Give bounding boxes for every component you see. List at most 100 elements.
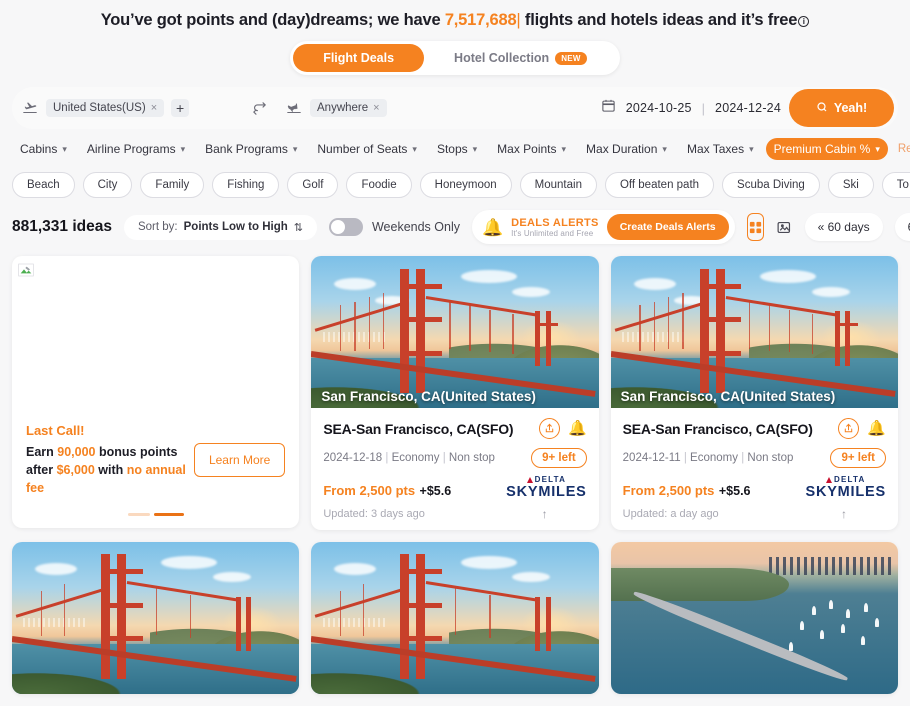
theme-pill-beach[interactable]: Beach xyxy=(12,172,75,199)
deal-cabin: Economy xyxy=(690,452,738,465)
broken-image-icon xyxy=(18,262,34,278)
promo-line2hl2: no xyxy=(126,463,143,478)
deal-price: From 2,500 pts +$5.6 xyxy=(623,482,806,500)
swap-icon[interactable] xyxy=(242,100,276,117)
origin-chip-label: United States(US) xyxy=(53,102,146,115)
deal-card[interactable] xyxy=(12,541,300,694)
filter-max-points-label: Max Points xyxy=(497,142,557,157)
theme-pill-fishing[interactable]: Fishing xyxy=(212,172,280,199)
departure-plane-icon xyxy=(22,100,38,116)
theme-pill-city[interactable]: City xyxy=(82,172,133,199)
filter-number-of-seats[interactable]: Number of Seats ▾ xyxy=(309,138,425,160)
bell-icon[interactable]: 🔔 xyxy=(568,421,587,436)
destination-photo[interactable]: San Francisco, CA(United States) xyxy=(610,256,898,409)
deal-points: From 2,500 pts xyxy=(323,482,416,498)
weekends-only-label: Weekends Only xyxy=(371,220,460,235)
date-range-field[interactable]: 2024-10-25 | 2024-12-24 xyxy=(601,98,789,118)
carousel-dot-1[interactable] xyxy=(127,513,150,517)
filter-premium-cabin-pct[interactable]: Premium Cabin % ▾ xyxy=(765,138,888,161)
theme-pill-honeymoon[interactable]: Honeymoon xyxy=(419,172,512,199)
bell-icon: 🔔 xyxy=(481,217,504,237)
grid-view-icon[interactable] xyxy=(746,213,764,242)
meta-sep-1: | xyxy=(385,452,389,465)
share-icon[interactable] xyxy=(838,418,860,440)
theme-pill-mountain[interactable]: Mountain xyxy=(519,172,597,199)
deal-taxes: +$5.6 xyxy=(419,483,452,498)
promo-carousel-dots xyxy=(12,497,299,528)
create-deals-alerts-button[interactable]: Create Deals Alerts xyxy=(606,214,729,241)
weekends-only-toggle[interactable] xyxy=(328,218,363,237)
sort-updown-icon: ⇅ xyxy=(293,221,303,234)
theme-pill-row: Beach City Family Fishing Golf Foodie Ho… xyxy=(0,160,910,199)
origin-field[interactable]: United States(US) × + xyxy=(12,87,242,129)
destination-photo[interactable] xyxy=(12,541,300,694)
delta-triangle-icon xyxy=(825,477,832,484)
promo-line1a: Earn xyxy=(26,445,58,460)
destination-field[interactable]: Anywhere × xyxy=(276,87,601,129)
deal-price: From 2,500 pts +$5.6 xyxy=(323,482,506,500)
deals-alerts-subtitle: It's Unlimited and Free xyxy=(511,228,594,238)
destination-photo[interactable] xyxy=(311,541,599,694)
theme-pill-family[interactable]: Family xyxy=(140,172,205,199)
gallery-view-icon[interactable] xyxy=(776,213,793,241)
deal-card[interactable]: San Francisco, CA(United States) SEA-San… xyxy=(610,256,898,530)
theme-pill-to-the-moon[interactable]: To the MOON xyxy=(881,172,910,199)
share-icon[interactable] xyxy=(538,418,560,440)
filter-airline-programs[interactable]: Airline Programs ▾ xyxy=(79,138,193,160)
deal-stops: Non stop xyxy=(448,452,495,465)
filter-stops[interactable]: Stops ▾ xyxy=(429,138,485,160)
tab-hotel-collection[interactable]: Hotel Collection NEW xyxy=(424,44,617,72)
deal-card[interactable] xyxy=(610,541,898,694)
filter-max-points[interactable]: Max Points ▾ xyxy=(489,138,574,160)
reset-filters-link[interactable]: Reset xyxy=(898,143,910,155)
add-origin-button[interactable]: + xyxy=(171,99,190,118)
theme-pill-ski[interactable]: Ski xyxy=(827,172,874,199)
chevron-down-icon: ▾ xyxy=(561,143,567,154)
start-date[interactable]: 2024-10-25 xyxy=(626,101,692,115)
deal-card[interactable]: San Francisco, CA(United States) SEA-San… xyxy=(311,256,599,530)
bell-icon[interactable]: 🔔 xyxy=(867,421,886,436)
deal-meta: 2024-12-18 | Economy | Non stop xyxy=(323,452,531,464)
info-icon[interactable]: i xyxy=(798,16,810,27)
deal-meta: 2024-12-11 | Economy | Non stop xyxy=(623,452,831,464)
headline-idea-count: 7,517,688 xyxy=(444,11,517,29)
destination-photo[interactable] xyxy=(610,541,898,694)
theme-pill-golf[interactable]: Golf xyxy=(287,172,339,199)
results-toolbar: 881,331 ideas Sort by: Points Low to Hig… xyxy=(0,198,910,245)
prev-60-days-button[interactable]: « 60 days xyxy=(804,213,883,242)
promo-card[interactable]: Last Call! Earn 90,000 bonus points afte… xyxy=(12,256,300,529)
seats-left-badge: 9+ left xyxy=(531,448,587,469)
photo-caption: San Francisco, CA(United States) xyxy=(620,389,836,405)
filter-cabins[interactable]: Cabins ▾ xyxy=(12,138,75,160)
filter-max-duration[interactable]: Max Duration ▾ xyxy=(578,138,675,160)
deal-card[interactable] xyxy=(311,541,599,694)
end-date[interactable]: 2024-12-24 xyxy=(715,101,781,115)
promo-line2b: with xyxy=(94,463,127,478)
arrow-up-icon: ↑ xyxy=(541,506,548,521)
destination-photo[interactable]: San Francisco, CA(United States) xyxy=(311,256,599,409)
filter-bank-programs[interactable]: Bank Programs ▾ xyxy=(197,138,305,160)
carousel-dot-2[interactable] xyxy=(153,513,184,517)
destination-chip[interactable]: Anywhere × xyxy=(310,99,387,118)
sort-selector[interactable]: Sort by: Points Low to High ⇅ xyxy=(123,214,317,240)
next-60-days-button[interactable]: 60 days » xyxy=(894,213,910,242)
destination-chip-remove-icon[interactable]: × xyxy=(373,102,379,114)
learn-more-button[interactable]: Learn More xyxy=(193,443,286,478)
theme-pill-off-beaten-path[interactable]: Off beaten path xyxy=(604,172,715,199)
filter-stops-label: Stops xyxy=(436,142,468,157)
tab-flight-deals[interactable]: Flight Deals xyxy=(293,44,425,73)
airline-logo: DELTA SKYMILES xyxy=(805,476,886,500)
deal-stops: Non stop xyxy=(747,452,794,465)
deal-taxes: +$5.6 xyxy=(718,483,751,498)
search-button[interactable]: Yeah! xyxy=(789,89,894,128)
results-count: 881,331 ideas xyxy=(12,218,112,236)
weekends-only-toggle-group[interactable]: Weekends Only xyxy=(328,218,460,237)
deals-alerts-panel: 🔔 DEALS ALERTS It's Unlimited and Free C… xyxy=(471,210,735,245)
origin-chip-remove-icon[interactable]: × xyxy=(151,102,157,114)
deal-route: SEA-San Francisco, CA(SFO) xyxy=(323,420,514,437)
toggle-knob xyxy=(330,220,345,235)
origin-chip[interactable]: United States(US) × xyxy=(46,99,165,118)
theme-pill-foodie[interactable]: Foodie xyxy=(346,172,412,199)
theme-pill-scuba-diving[interactable]: Scuba Diving xyxy=(722,172,820,199)
filter-max-taxes[interactable]: Max Taxes ▾ xyxy=(679,138,762,160)
